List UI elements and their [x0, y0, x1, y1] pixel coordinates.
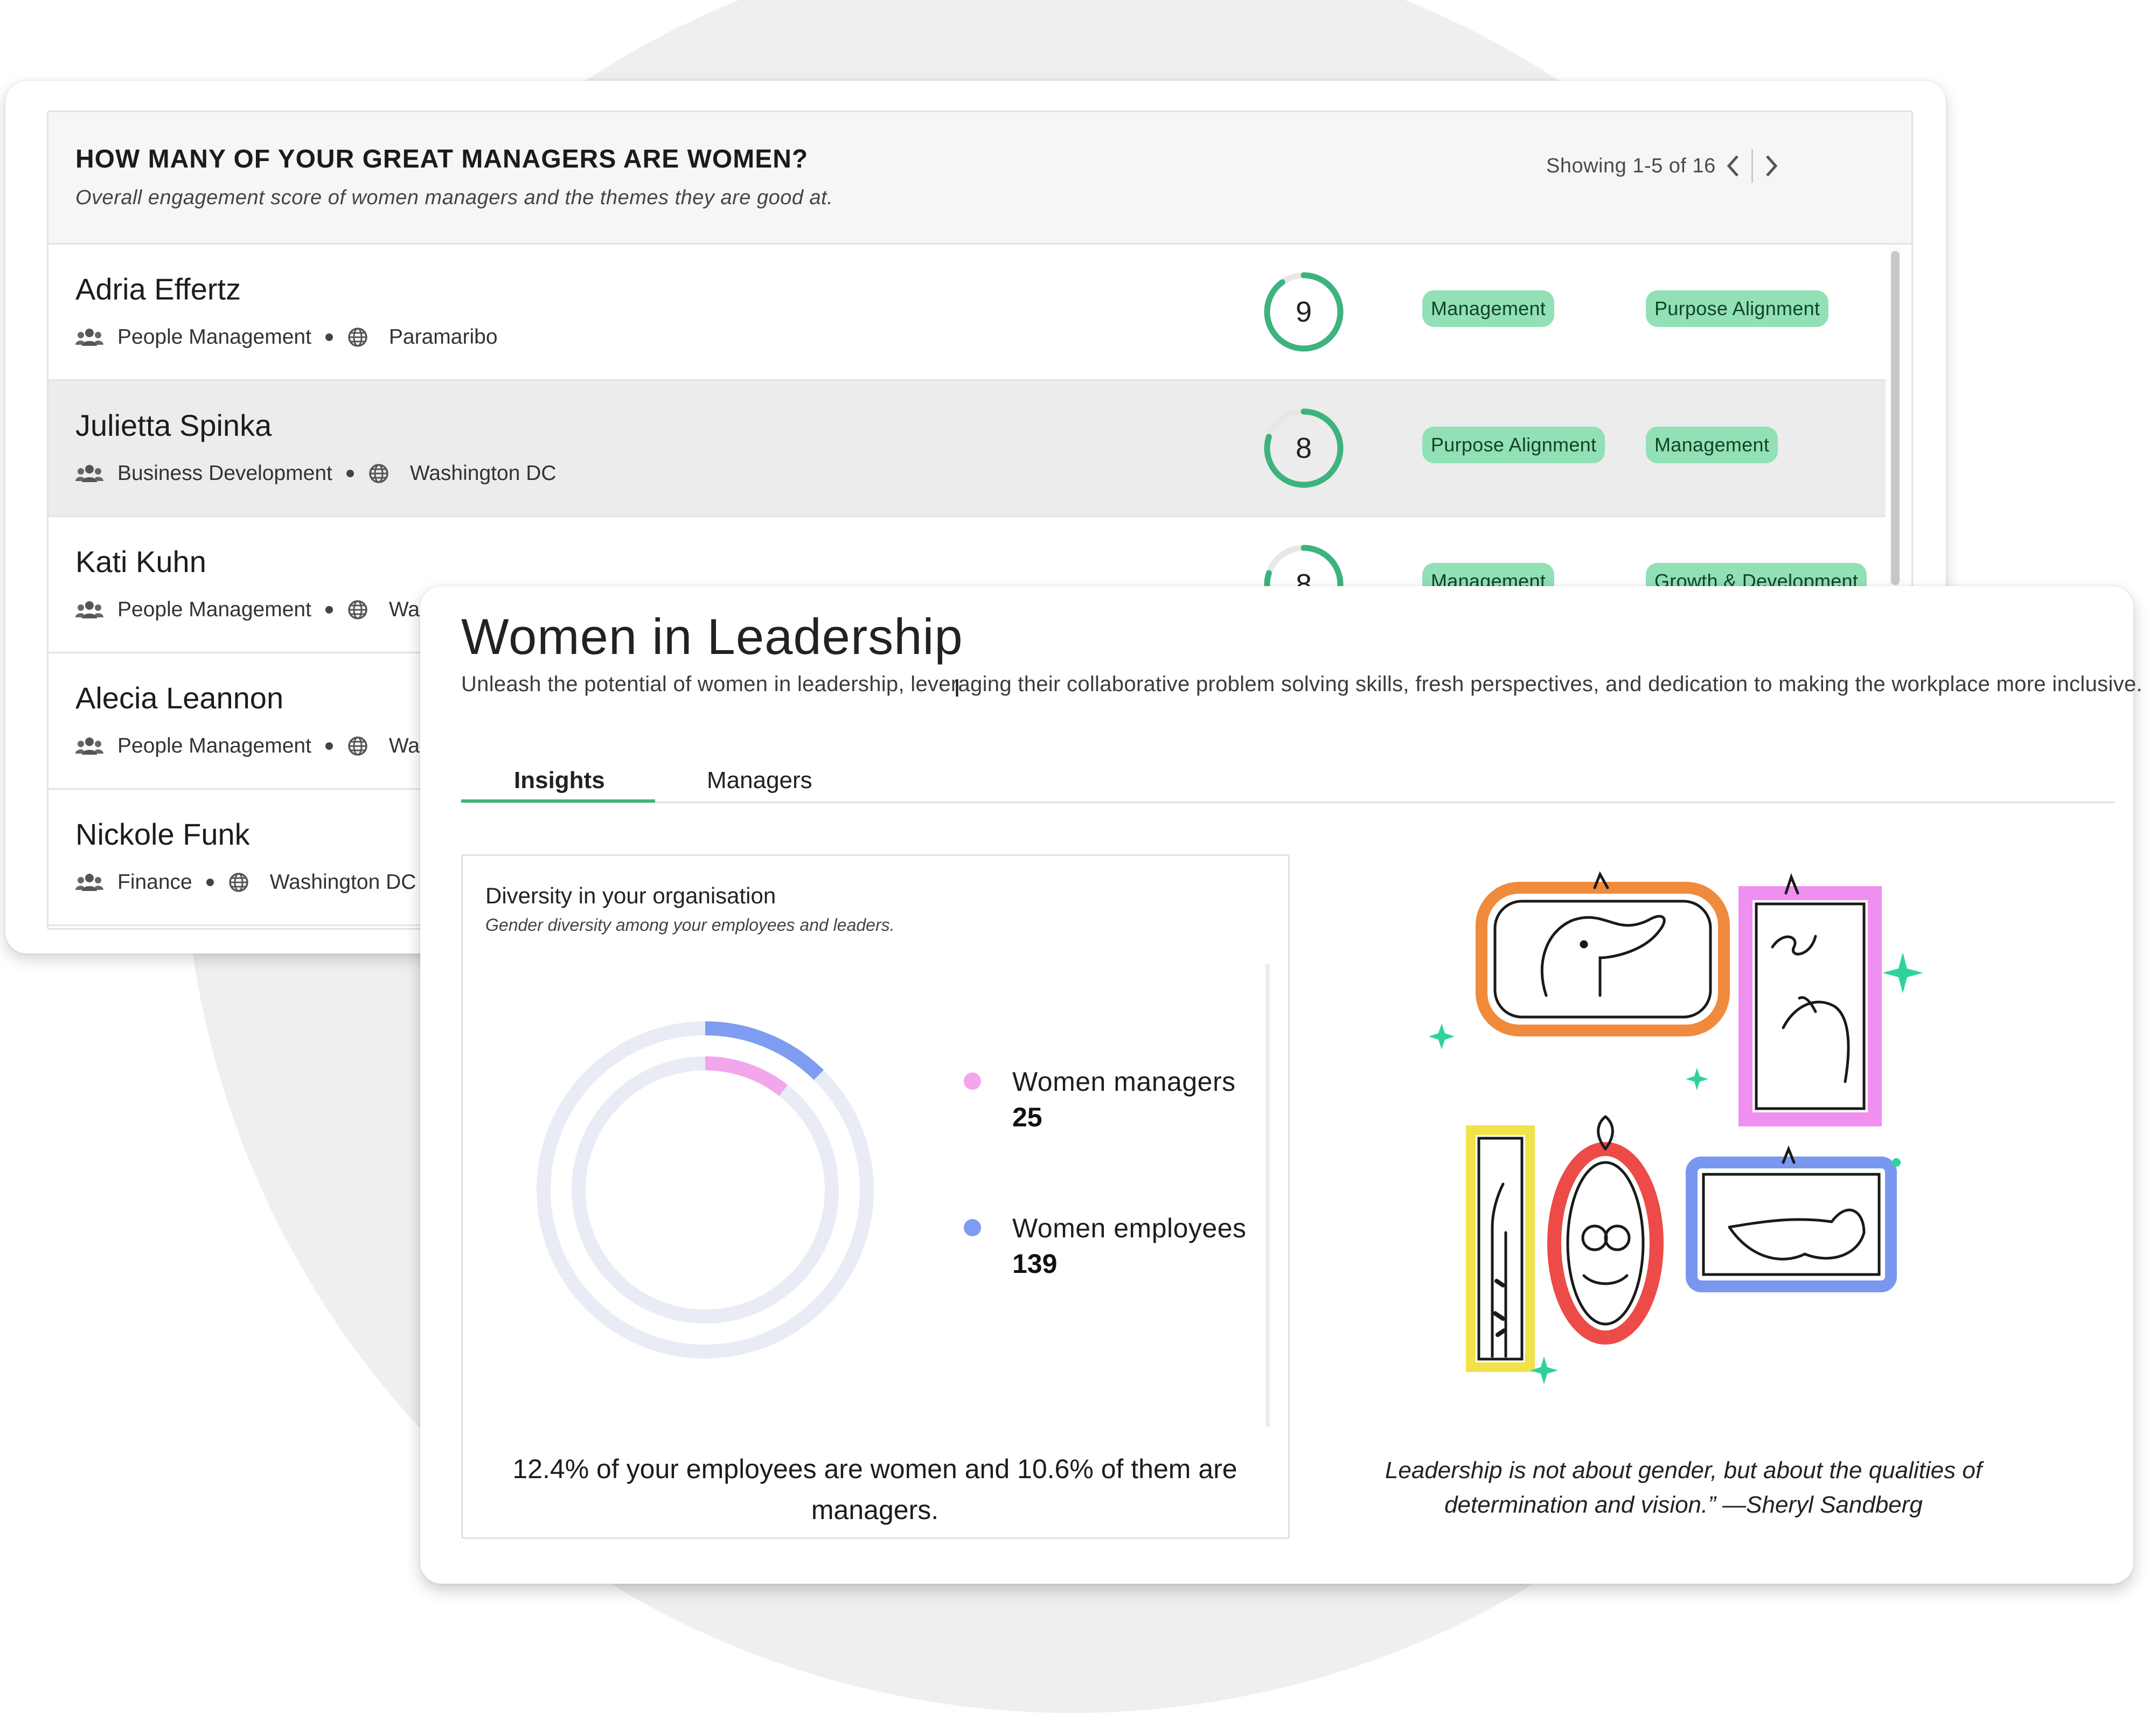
- manager-name: Alecia Leannon: [75, 681, 284, 715]
- manager-location: Washington DC: [269, 871, 416, 894]
- donut-ring-women-employees-track: [537, 1021, 874, 1359]
- pager-divider: [1751, 149, 1753, 183]
- manager-name: Julietta Spinka: [75, 408, 272, 442]
- legend-women-managers: Women managers 25: [964, 1066, 1236, 1133]
- manager-department: People Management: [117, 325, 311, 349]
- next-page-button[interactable]: [1755, 149, 1789, 183]
- text-cursor-icon: I: [954, 675, 961, 702]
- manager-meta: Business Development Washington DC: [75, 462, 557, 485]
- separator-dot: [325, 606, 333, 614]
- separator-dot: [325, 742, 333, 750]
- score-value: 9: [1295, 296, 1312, 328]
- manager-name: Adria Effertz: [75, 272, 241, 306]
- diversity-subtitle: Gender diversity among your employees an…: [485, 915, 895, 935]
- chevron-right-icon: [1765, 155, 1778, 177]
- theme-tag: Management: [1422, 290, 1555, 327]
- globe-icon: [348, 736, 367, 756]
- legend-dot-women-employees: [964, 1219, 981, 1236]
- panel-header: HOW MANY OF YOUR GREAT MANAGERS ARE WOME…: [48, 112, 1911, 245]
- manager-department: Business Development: [117, 462, 332, 485]
- manager-row[interactable]: Julietta Spinka Business Development Was…: [48, 381, 1886, 517]
- panel-title: HOW MANY OF YOUR GREAT MANAGERS ARE WOME…: [75, 145, 809, 173]
- manager-location: Paramaribo: [388, 325, 498, 349]
- manager-department: People Management: [117, 734, 311, 757]
- active-tab-indicator: [461, 799, 655, 803]
- theme-tag: Management: [1646, 427, 1778, 463]
- manager-name: Nickole Funk: [75, 817, 250, 851]
- globe-icon: [348, 600, 367, 619]
- manager-department: Finance: [117, 871, 192, 894]
- pagination: Showing 1-5 of 16: [1546, 149, 1789, 183]
- manager-department: People Management: [117, 598, 311, 621]
- donut-ring-women-managers-track: [572, 1056, 839, 1324]
- picture-frames-illustration: [1429, 871, 1923, 1384]
- legend-value: 25: [1012, 1102, 1042, 1132]
- women-in-leadership-card: Women in Leadership Unleash the potentia…: [420, 586, 2142, 1584]
- people-icon: [75, 874, 103, 891]
- diversity-card: Diversity in your organisation Gender di…: [461, 854, 1290, 1539]
- chevron-left-icon: [1727, 155, 1738, 177]
- separator-dot: [206, 879, 214, 886]
- leadership-quote: Leadership is not about gender, but abou…: [1385, 1457, 1983, 1518]
- page-description: Unleash the potential of women in leader…: [461, 672, 2143, 696]
- previous-page-button[interactable]: [1716, 149, 1749, 183]
- diversity-summary: 12.4% of your employees are women and 10…: [512, 1454, 1237, 1525]
- legend-value: 139: [1012, 1249, 1058, 1279]
- tab-insights[interactable]: Insights: [514, 767, 605, 794]
- manager-meta: People Management Wasl: [75, 734, 435, 758]
- tab-managers[interactable]: Managers: [707, 767, 812, 794]
- people-icon: [75, 601, 103, 618]
- manager-location: Washington DC: [409, 462, 557, 485]
- list-scrollbar-thumb[interactable]: [1891, 251, 1900, 585]
- separator-dot: [325, 333, 333, 341]
- diversity-donut-chart: [537, 1021, 874, 1359]
- globe-icon: [348, 328, 367, 347]
- manager-meta: Finance Washington DC: [75, 871, 416, 894]
- manager-name: Kati Kuhn: [75, 545, 206, 579]
- engagement-score: 9: [1261, 269, 1347, 355]
- diversity-scrollbar[interactable]: [1265, 964, 1270, 1427]
- separator-dot: [346, 470, 354, 477]
- tabs-divider: [461, 802, 2115, 803]
- engagement-score: 8: [1261, 405, 1347, 491]
- people-icon: [75, 465, 103, 482]
- diversity-title: Diversity in your organisation: [485, 883, 776, 908]
- score-value: 8: [1295, 432, 1312, 464]
- page-title: Women in Leadership: [461, 608, 963, 665]
- theme-tag: Purpose Alignment: [1646, 290, 1829, 327]
- legend-label: Women managers: [1012, 1067, 1236, 1097]
- legend-label: Women employees: [1012, 1213, 1247, 1243]
- pagination-status: Showing 1-5 of 16: [1546, 154, 1716, 177]
- manager-meta: People Management Wasl: [75, 598, 435, 622]
- manager-meta: People Management Paramaribo: [75, 325, 498, 349]
- panel-subtitle: Overall engagement score of women manage…: [75, 186, 833, 209]
- theme-tag: Purpose Alignment: [1422, 427, 1605, 463]
- globe-icon: [229, 873, 248, 892]
- legend-women-employees: Women employees 139: [964, 1213, 1247, 1279]
- people-icon: [75, 737, 103, 755]
- manager-row[interactable]: Adria Effertz People Management Paramari…: [48, 245, 1886, 381]
- people-icon: [75, 329, 103, 346]
- legend-dot-women-managers: [964, 1073, 981, 1090]
- globe-icon: [369, 464, 388, 483]
